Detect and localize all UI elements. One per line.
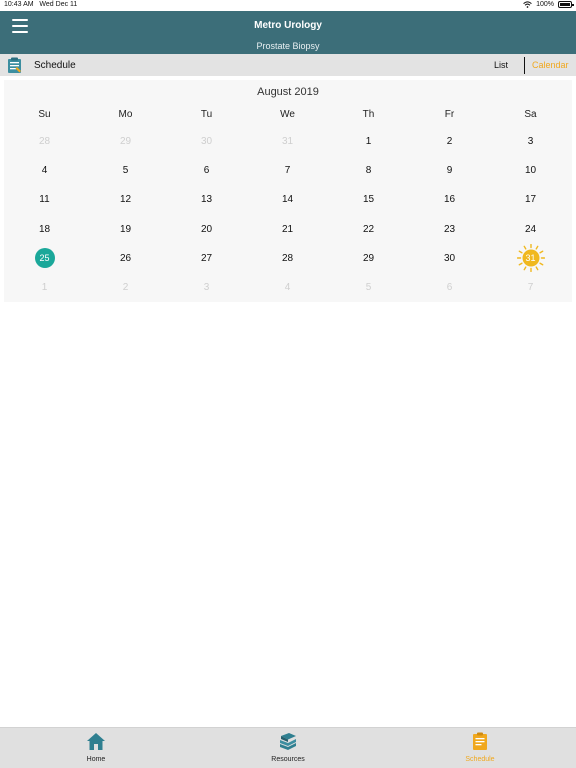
calendar-day[interactable]: 14	[247, 185, 328, 214]
calendar-day[interactable]: 12	[85, 185, 166, 214]
calendar-day[interactable]: 4	[4, 156, 85, 185]
calendar-day[interactable]: 15	[328, 185, 409, 214]
list-view-toggle[interactable]: List	[494, 60, 508, 70]
today-indicator: 25	[34, 248, 55, 269]
calendar-day[interactable]: 5	[328, 273, 409, 302]
tab-schedule-label: Schedule	[465, 756, 495, 763]
calendar-day-marked[interactable]: 31	[490, 244, 571, 273]
books-icon	[280, 733, 296, 750]
calendar-day-today[interactable]: 25	[4, 244, 85, 273]
schedule-clipboard-icon	[473, 732, 487, 750]
calendar-day[interactable]: 13	[166, 185, 247, 214]
weekday-header: Th	[362, 109, 375, 120]
calendar-day[interactable]: 18	[4, 215, 85, 244]
segment-divider	[524, 57, 525, 74]
calendar-day[interactable]: 5	[85, 156, 166, 185]
calendar-day[interactable]: 3	[490, 127, 571, 156]
calendar-day[interactable]: 6	[409, 273, 490, 302]
tab-resources-label: Resources	[271, 756, 305, 763]
calendar-day[interactable]: 7	[490, 273, 571, 302]
calendar-day[interactable]: 10	[490, 156, 571, 185]
calendar-day[interactable]: 8	[328, 156, 409, 185]
marked-day-number: 31	[525, 253, 536, 264]
weekday-header: Tu	[200, 109, 213, 120]
calendar-day[interactable]: 16	[409, 185, 490, 214]
calendar-month-label: August 2019	[257, 86, 319, 98]
calendar-day[interactable]: 9	[409, 156, 490, 185]
calendar-day[interactable]: 29	[328, 244, 409, 273]
month-calendar: August 2019 Su Mo Tu We Th Fr Sa 28 29 30 31 1 2 3 4 5 6…	[4, 80, 572, 302]
app-header: Metro Urology Prostate Biopsy	[0, 11, 576, 54]
app-title: Metro Urology	[254, 20, 322, 31]
schedule-toolbar: Schedule List Calendar	[0, 54, 576, 76]
status-time-text: 10:43 AM	[4, 1, 34, 8]
calendar-day[interactable]: 2	[85, 273, 166, 302]
calendar-view-toggle[interactable]: Calendar	[532, 60, 569, 70]
weekday-header: Mo	[118, 109, 133, 120]
page-title: Schedule	[34, 60, 76, 71]
sun-icon: 31	[516, 244, 545, 273]
calendar-day[interactable]: 26	[85, 244, 166, 273]
calendar-day[interactable]: 23	[409, 215, 490, 244]
calendar-day[interactable]: 30	[166, 127, 247, 156]
weekday-header: Su	[38, 109, 51, 120]
calendar-day[interactable]: 28	[4, 127, 85, 156]
weekday-header: We	[280, 109, 295, 120]
schedule-clipboard-icon	[8, 57, 21, 73]
app-subtitle: Prostate Biopsy	[256, 41, 320, 51]
battery-percent: 100%	[536, 1, 554, 8]
calendar-day[interactable]: 17	[490, 185, 571, 214]
status-right: 100%	[523, 1, 574, 8]
calendar-day[interactable]: 27	[166, 244, 247, 273]
calendar-day[interactable]: 1	[328, 127, 409, 156]
tab-resources[interactable]: Resources	[228, 732, 348, 763]
calendar-day[interactable]: 3	[166, 273, 247, 302]
calendar-day[interactable]: 4	[247, 273, 328, 302]
calendar-day[interactable]: 6	[166, 156, 247, 185]
status-time: 10:43 AM Wed Dec 11	[4, 1, 77, 8]
calendar-day[interactable]: 2	[409, 127, 490, 156]
calendar-day[interactable]: 11	[4, 185, 85, 214]
calendar-day[interactable]: 22	[328, 215, 409, 244]
tab-home-label: Home	[86, 756, 106, 763]
weekday-header: Sa	[524, 109, 537, 120]
home-icon	[87, 733, 105, 750]
calendar-day[interactable]: 24	[490, 215, 571, 244]
calendar-day[interactable]: 28	[247, 244, 328, 273]
weekday-header: Fr	[444, 109, 455, 120]
bottom-tab-bar: Home Resources Schedule	[0, 727, 576, 768]
calendar-day[interactable]: 30	[409, 244, 490, 273]
status-date-text: Wed Dec 11	[39, 1, 78, 8]
calendar-day[interactable]: 20	[166, 215, 247, 244]
battery-icon	[558, 1, 574, 8]
calendar-day[interactable]: 1	[4, 273, 85, 302]
tab-home[interactable]: Home	[36, 732, 156, 763]
status-bar: 10:43 AM Wed Dec 11 100%	[0, 0, 576, 11]
wifi-icon	[523, 1, 532, 8]
calendar-day[interactable]: 21	[247, 215, 328, 244]
tab-schedule[interactable]: Schedule	[420, 732, 540, 763]
calendar-day[interactable]: 7	[247, 156, 328, 185]
calendar-day[interactable]: 31	[247, 127, 328, 156]
calendar-day[interactable]: 19	[85, 215, 166, 244]
calendar-day[interactable]: 29	[85, 127, 166, 156]
